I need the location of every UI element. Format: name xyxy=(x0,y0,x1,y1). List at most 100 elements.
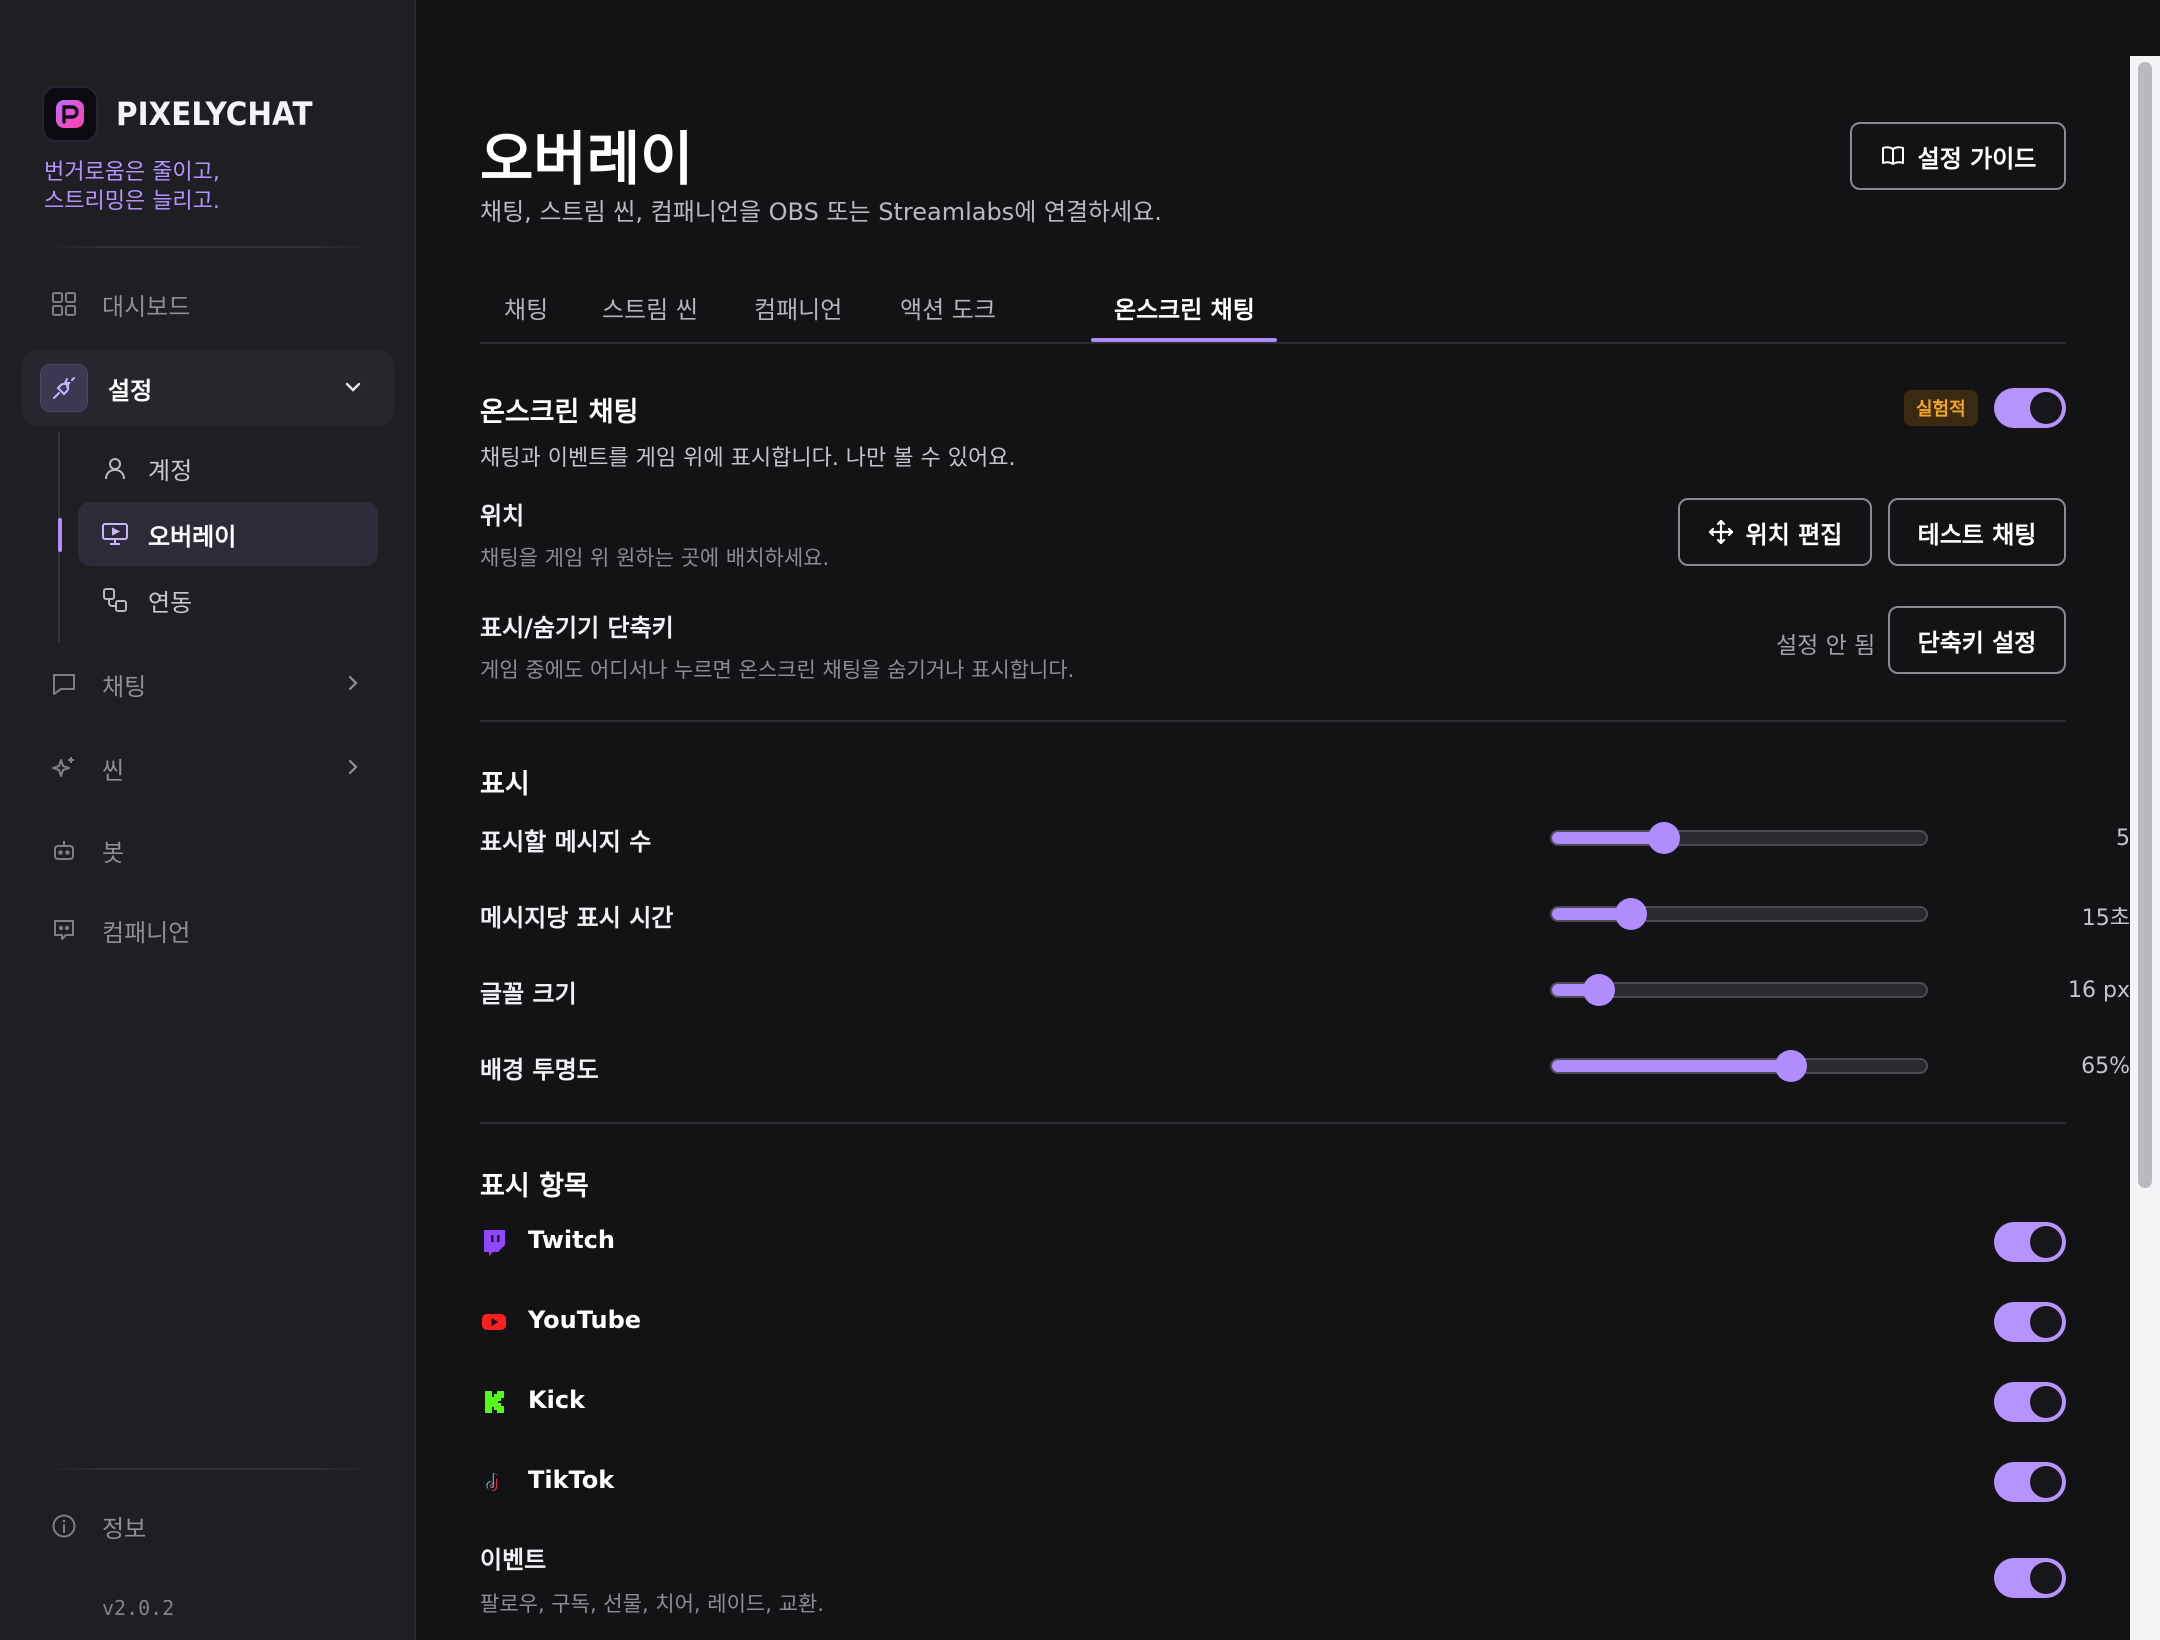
companion-icon xyxy=(46,912,82,948)
tab-chat[interactable]: 채팅 xyxy=(504,290,548,325)
source-name: TikTok xyxy=(528,1466,615,1494)
experimental-badge: 실험적 xyxy=(1904,390,1978,426)
chat-bubble-icon xyxy=(46,666,82,702)
position-label: 위치 xyxy=(480,502,525,530)
page-subtitle: 채팅, 스트림 씬, 컴패니언을 OBS 또는 Streamlabs에 연결하세… xyxy=(480,198,1162,226)
sidebar-subitem-integrations[interactable]: 연동 xyxy=(78,568,378,632)
scrollbar-thumb[interactable] xyxy=(2138,62,2152,1188)
events-description: 팔로우, 구독, 선물, 치어, 레이드, 교환. xyxy=(480,1592,824,1616)
sparkles-icon xyxy=(46,750,82,786)
events-toggle[interactable] xyxy=(1994,1558,2066,1598)
onscreen-description: 채팅과 이벤트를 게임 위에 표시합니다. 나만 볼 수 있어요. xyxy=(480,446,1016,471)
brand-tagline: 번거로움은 줄이고, 스트리밍은 늘리고. xyxy=(44,158,374,216)
tab-action-dock[interactable]: 액션 도크 xyxy=(900,290,996,325)
link-icon xyxy=(100,585,130,615)
sidebar-item-scenes[interactable]: 씬 xyxy=(22,730,394,806)
position-description: 채팅을 게임 위 원하는 곳에 배치하세요. xyxy=(480,546,830,570)
tab-stream-scenes[interactable]: 스트림 씬 xyxy=(602,290,698,325)
tagline-line-2: 스트리밍은 늘리고. xyxy=(44,189,220,214)
message-count-slider[interactable] xyxy=(1550,822,1928,854)
edit-position-label: 위치 편집 xyxy=(1745,520,1843,549)
sidebar-item-companion[interactable]: 컴패니언 xyxy=(22,892,394,968)
events-label: 이벤트 xyxy=(480,1546,547,1574)
source-row-youtube: YouTube xyxy=(480,1296,2066,1346)
tiktok-icon xyxy=(480,1468,508,1496)
sidebar-item-label: 컴패니언 xyxy=(102,918,191,947)
plug-icon xyxy=(40,364,88,412)
slider-thumb[interactable] xyxy=(1648,822,1681,854)
brand-name: PIXELYCHAT xyxy=(116,95,313,133)
chevron-right-icon xyxy=(342,672,364,700)
slider-value: 15초 xyxy=(2081,906,2130,931)
slider-fill xyxy=(1552,1060,1792,1072)
sidebar-item-bot[interactable]: 봇 xyxy=(22,812,394,888)
tab-companion[interactable]: 컴패니언 xyxy=(754,290,842,325)
onscreen-enable-toggle[interactable] xyxy=(1994,388,2066,428)
twitch-icon xyxy=(480,1228,508,1256)
book-icon xyxy=(1881,146,1904,165)
slider-value: 5 xyxy=(2116,826,2130,851)
page-title: 오버레이 xyxy=(480,125,694,193)
hotkey-status: 설정 안 됨 xyxy=(1776,633,1876,659)
source-name: Kick xyxy=(528,1386,586,1414)
source-name: Twitch xyxy=(528,1226,615,1254)
user-icon xyxy=(100,453,130,483)
monitor-icon xyxy=(100,519,130,549)
tab-onscreen-chat[interactable]: 온스크린 채팅 xyxy=(1114,290,1255,325)
youtube-toggle[interactable] xyxy=(1994,1302,2066,1342)
sidebar-item-info[interactable]: 정보 xyxy=(22,1488,394,1564)
sidebar-item-chat[interactable]: 채팅 xyxy=(22,646,394,722)
kick-icon xyxy=(480,1388,508,1416)
sidebar-item-dashboard[interactable]: 대시보드 xyxy=(22,266,394,342)
onscreen-title: 온스크린 채팅 xyxy=(480,397,639,428)
section-divider xyxy=(480,1122,2066,1124)
font-size-slider[interactable] xyxy=(1550,974,1928,1006)
tiktok-toggle[interactable] xyxy=(1994,1462,2066,1502)
sidebar-subitem-account[interactable]: 계정 xyxy=(78,436,378,500)
edit-position-button[interactable]: 위치 편집 xyxy=(1678,498,1872,566)
app-version: v2.0.2 xyxy=(102,1596,175,1620)
setup-guide-button[interactable]: 설정 가이드 xyxy=(1850,122,2066,190)
move-icon xyxy=(1708,519,1733,545)
sidebar-item-label: 정보 xyxy=(102,1514,147,1543)
slider-label: 글꼴 크기 xyxy=(480,980,577,1008)
set-hotkey-button[interactable]: 단축키 설정 xyxy=(1888,606,2066,674)
hotkey-description: 게임 중에도 어디서나 누르면 온스크린 채팅을 숨기거나 표시합니다. xyxy=(480,658,1075,682)
source-row-twitch: Twitch xyxy=(480,1216,2066,1266)
brand[interactable]: PIXELYCHAT xyxy=(42,86,330,142)
bot-icon xyxy=(46,832,82,868)
test-chat-button[interactable]: 테스트 채팅 xyxy=(1888,498,2066,566)
overlay-tabs: 채팅 스트림 씬 컴패니언 액션 도크 온스크린 채팅 xyxy=(480,282,2066,344)
sidebar-item-label: 봇 xyxy=(102,838,125,867)
setup-guide-label: 설정 가이드 xyxy=(1917,144,2037,173)
slider-label: 메시지당 표시 시간 xyxy=(480,904,674,932)
chevron-right-icon xyxy=(342,756,364,784)
tagline-line-1: 번거로움은 줄이고, xyxy=(44,160,220,185)
display-duration-slider[interactable] xyxy=(1550,898,1928,930)
slider-label: 표시할 메시지 수 xyxy=(480,828,652,856)
sidebar-subitem-label: 연동 xyxy=(148,588,193,617)
source-row-tiktok: TikTok xyxy=(480,1456,2066,1506)
active-tab-underline xyxy=(1091,338,1277,342)
sidebar-item-settings[interactable]: 설정 xyxy=(22,350,394,426)
sidebar-subitem-label: 오버레이 xyxy=(148,522,237,551)
source-name: YouTube xyxy=(528,1306,642,1334)
kick-toggle[interactable] xyxy=(1994,1382,2066,1422)
slider-thumb[interactable] xyxy=(1582,974,1615,1006)
section-divider xyxy=(480,720,2066,722)
sidebar-divider xyxy=(44,1468,374,1470)
background-opacity-slider[interactable] xyxy=(1550,1050,1928,1082)
slider-label: 배경 투명도 xyxy=(480,1056,599,1084)
slider-value: 65% xyxy=(2081,1054,2130,1079)
slider-thumb[interactable] xyxy=(1614,898,1647,930)
youtube-icon xyxy=(480,1308,508,1336)
sidebar: PIXELYCHAT 번거로움은 줄이고, 스트리밍은 늘리고. 대시보드 설정… xyxy=(0,0,416,1640)
slider-thumb[interactable] xyxy=(1775,1050,1808,1082)
pixelychat-logo-icon xyxy=(42,86,98,142)
display-title: 표시 xyxy=(480,769,530,800)
twitch-toggle[interactable] xyxy=(1994,1222,2066,1262)
sidebar-subitem-overlay[interactable]: 오버레이 xyxy=(78,502,378,566)
chevron-down-icon xyxy=(342,376,364,404)
sidebar-divider xyxy=(44,246,374,248)
sidebar-item-label: 대시보드 xyxy=(102,292,191,321)
